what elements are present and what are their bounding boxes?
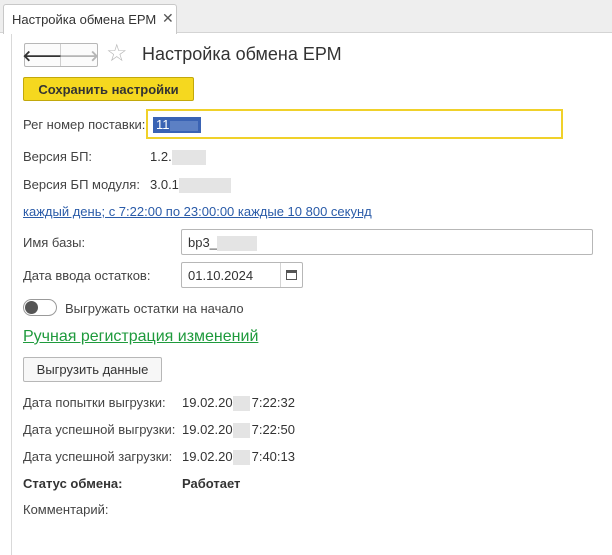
last-import-label: Дата успешной загрузки: <box>23 449 173 464</box>
page-title: Настройка обмена ЕРМ <box>142 44 342 64</box>
calendar-button[interactable] <box>280 263 302 287</box>
back-arrow-icon[interactable]: 🡐 <box>22 44 63 66</box>
manual-registration-link[interactable]: Ручная регистрация изменений <box>23 328 258 346</box>
reg-number-input[interactable]: 11 <box>146 109 563 139</box>
last-attempt-value: 19.02.20 7:22:32 <box>182 395 295 412</box>
tab-exchange-settings[interactable]: Настройка обмена ЕРМ ✕ <box>3 4 177 34</box>
bp-version-value: 1.2. <box>150 149 206 166</box>
db-name-input[interactable]: bp3_ <box>181 229 593 255</box>
balance-date-value: 01.10.2024 <box>188 268 254 283</box>
db-name-value: bp3_ <box>188 235 257 252</box>
bp-module-version-label: Версия БП модуля: <box>23 177 140 192</box>
last-export-value: 19.02.20 7:22:50 <box>182 422 295 439</box>
db-name-label: Имя базы: <box>23 235 86 250</box>
bp-version-label: Версия БП: <box>23 149 93 164</box>
last-export-label: Дата успешной выгрузки: <box>23 422 176 437</box>
schedule-link[interactable]: каждый день; с 7:22:00 по 23:00:00 кажды… <box>23 204 372 219</box>
last-import-value: 19.02.20 7:40:13 <box>182 449 295 466</box>
balance-date-label: Дата ввода остатков: <box>23 268 151 283</box>
forward-arrow-icon[interactable]: 🡒 <box>59 44 99 66</box>
export-balances-toggle[interactable] <box>23 299 57 316</box>
star-icon[interactable]: ☆ <box>106 41 128 67</box>
last-attempt-label: Дата попытки выгрузки: <box>23 395 166 410</box>
save-settings-button[interactable]: Сохранить настройки <box>23 77 194 101</box>
close-icon[interactable]: ✕ <box>162 10 174 27</box>
bp-module-version-value: 3.0.1 <box>150 177 231 194</box>
exchange-status-label: Статус обмена: <box>23 476 123 491</box>
reg-number-value: 11 <box>153 117 201 133</box>
balance-date-input[interactable]: 01.10.2024 <box>181 262 303 288</box>
tab-label: Настройка обмена ЕРМ <box>12 12 157 27</box>
nav-buttons: 🡐 🡒 <box>22 43 99 67</box>
reg-number-label: Рег номер поставки: <box>23 117 146 132</box>
tab-bar: Настройка обмена ЕРМ ✕ <box>0 0 612 34</box>
exchange-status-value: Работает <box>182 476 241 491</box>
calendar-icon <box>286 270 297 280</box>
comment-label: Комментарий: <box>23 502 109 517</box>
export-data-button[interactable]: Выгрузить данные <box>23 357 162 382</box>
toggle-knob <box>25 301 38 314</box>
export-balances-label: Выгружать остатки на начало <box>65 301 244 316</box>
